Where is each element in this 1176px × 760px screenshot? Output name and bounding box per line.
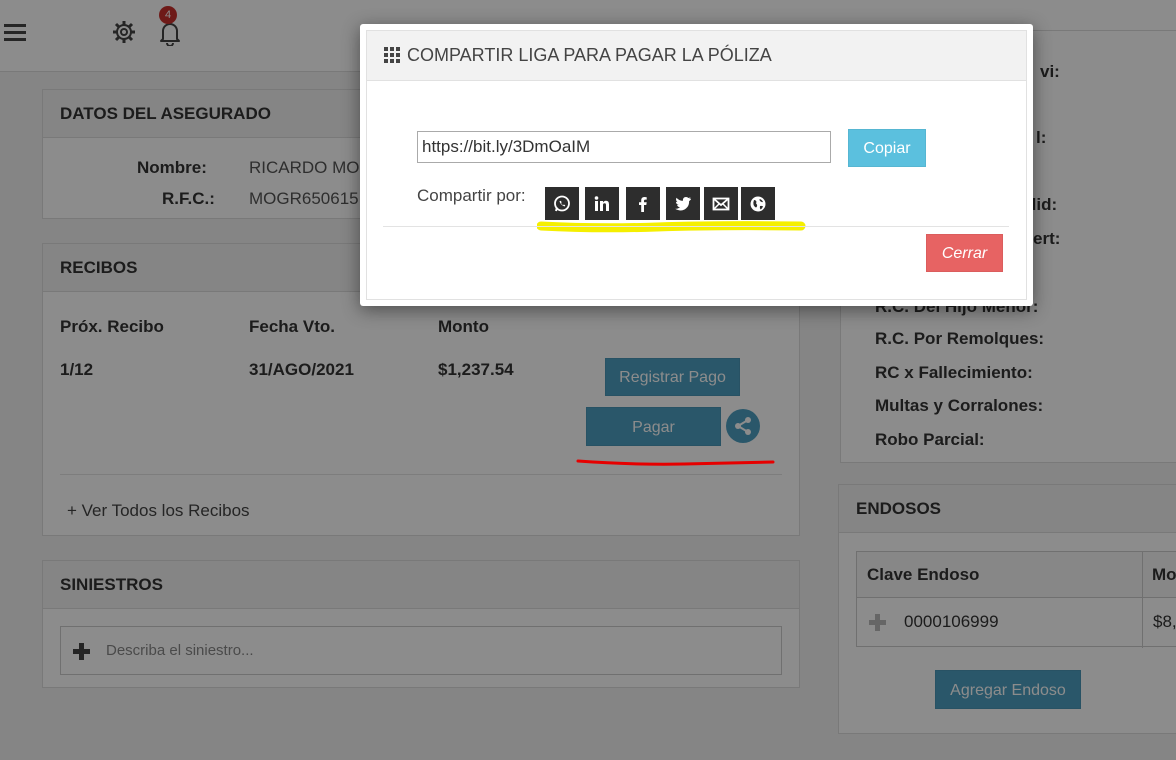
share-web-button[interactable]	[741, 187, 775, 220]
grid-icon	[384, 47, 400, 63]
facebook-icon	[639, 197, 647, 212]
red-underline-annotation	[576, 459, 775, 466]
share-facebook-button[interactable]	[626, 187, 660, 220]
modal-content: COMPARTIR LIGA PARA PAGAR LA PÓLIZA http…	[366, 30, 1027, 300]
modal-title: COMPARTIR LIGA PARA PAGAR LA PÓLIZA	[407, 45, 772, 65]
cerrar-button[interactable]: Cerrar	[926, 234, 1003, 272]
modal-header: COMPARTIR LIGA PARA PAGAR LA PÓLIZA	[367, 31, 1026, 81]
share-email-button[interactable]	[704, 187, 738, 220]
compartir-label: Compartir por:	[417, 186, 526, 205]
copiar-button[interactable]: Copiar	[848, 129, 926, 167]
twitter-icon	[675, 197, 691, 211]
url-input[interactable]: https://bit.ly/3DmOaIM	[417, 131, 831, 163]
url-value: https://bit.ly/3DmOaIM	[422, 137, 591, 156]
share-whatsapp-button[interactable]	[545, 187, 579, 220]
modal-divider	[383, 226, 1009, 227]
linkedin-icon	[594, 196, 609, 211]
web-icon	[750, 196, 766, 212]
whatsapp-icon	[554, 195, 570, 212]
email-icon	[712, 197, 730, 211]
share-linkedin-button[interactable]	[585, 187, 619, 220]
yellow-highlight-annotation	[537, 221, 806, 233]
share-link-modal: COMPARTIR LIGA PARA PAGAR LA PÓLIZA http…	[360, 24, 1033, 306]
share-twitter-button[interactable]	[666, 187, 700, 220]
